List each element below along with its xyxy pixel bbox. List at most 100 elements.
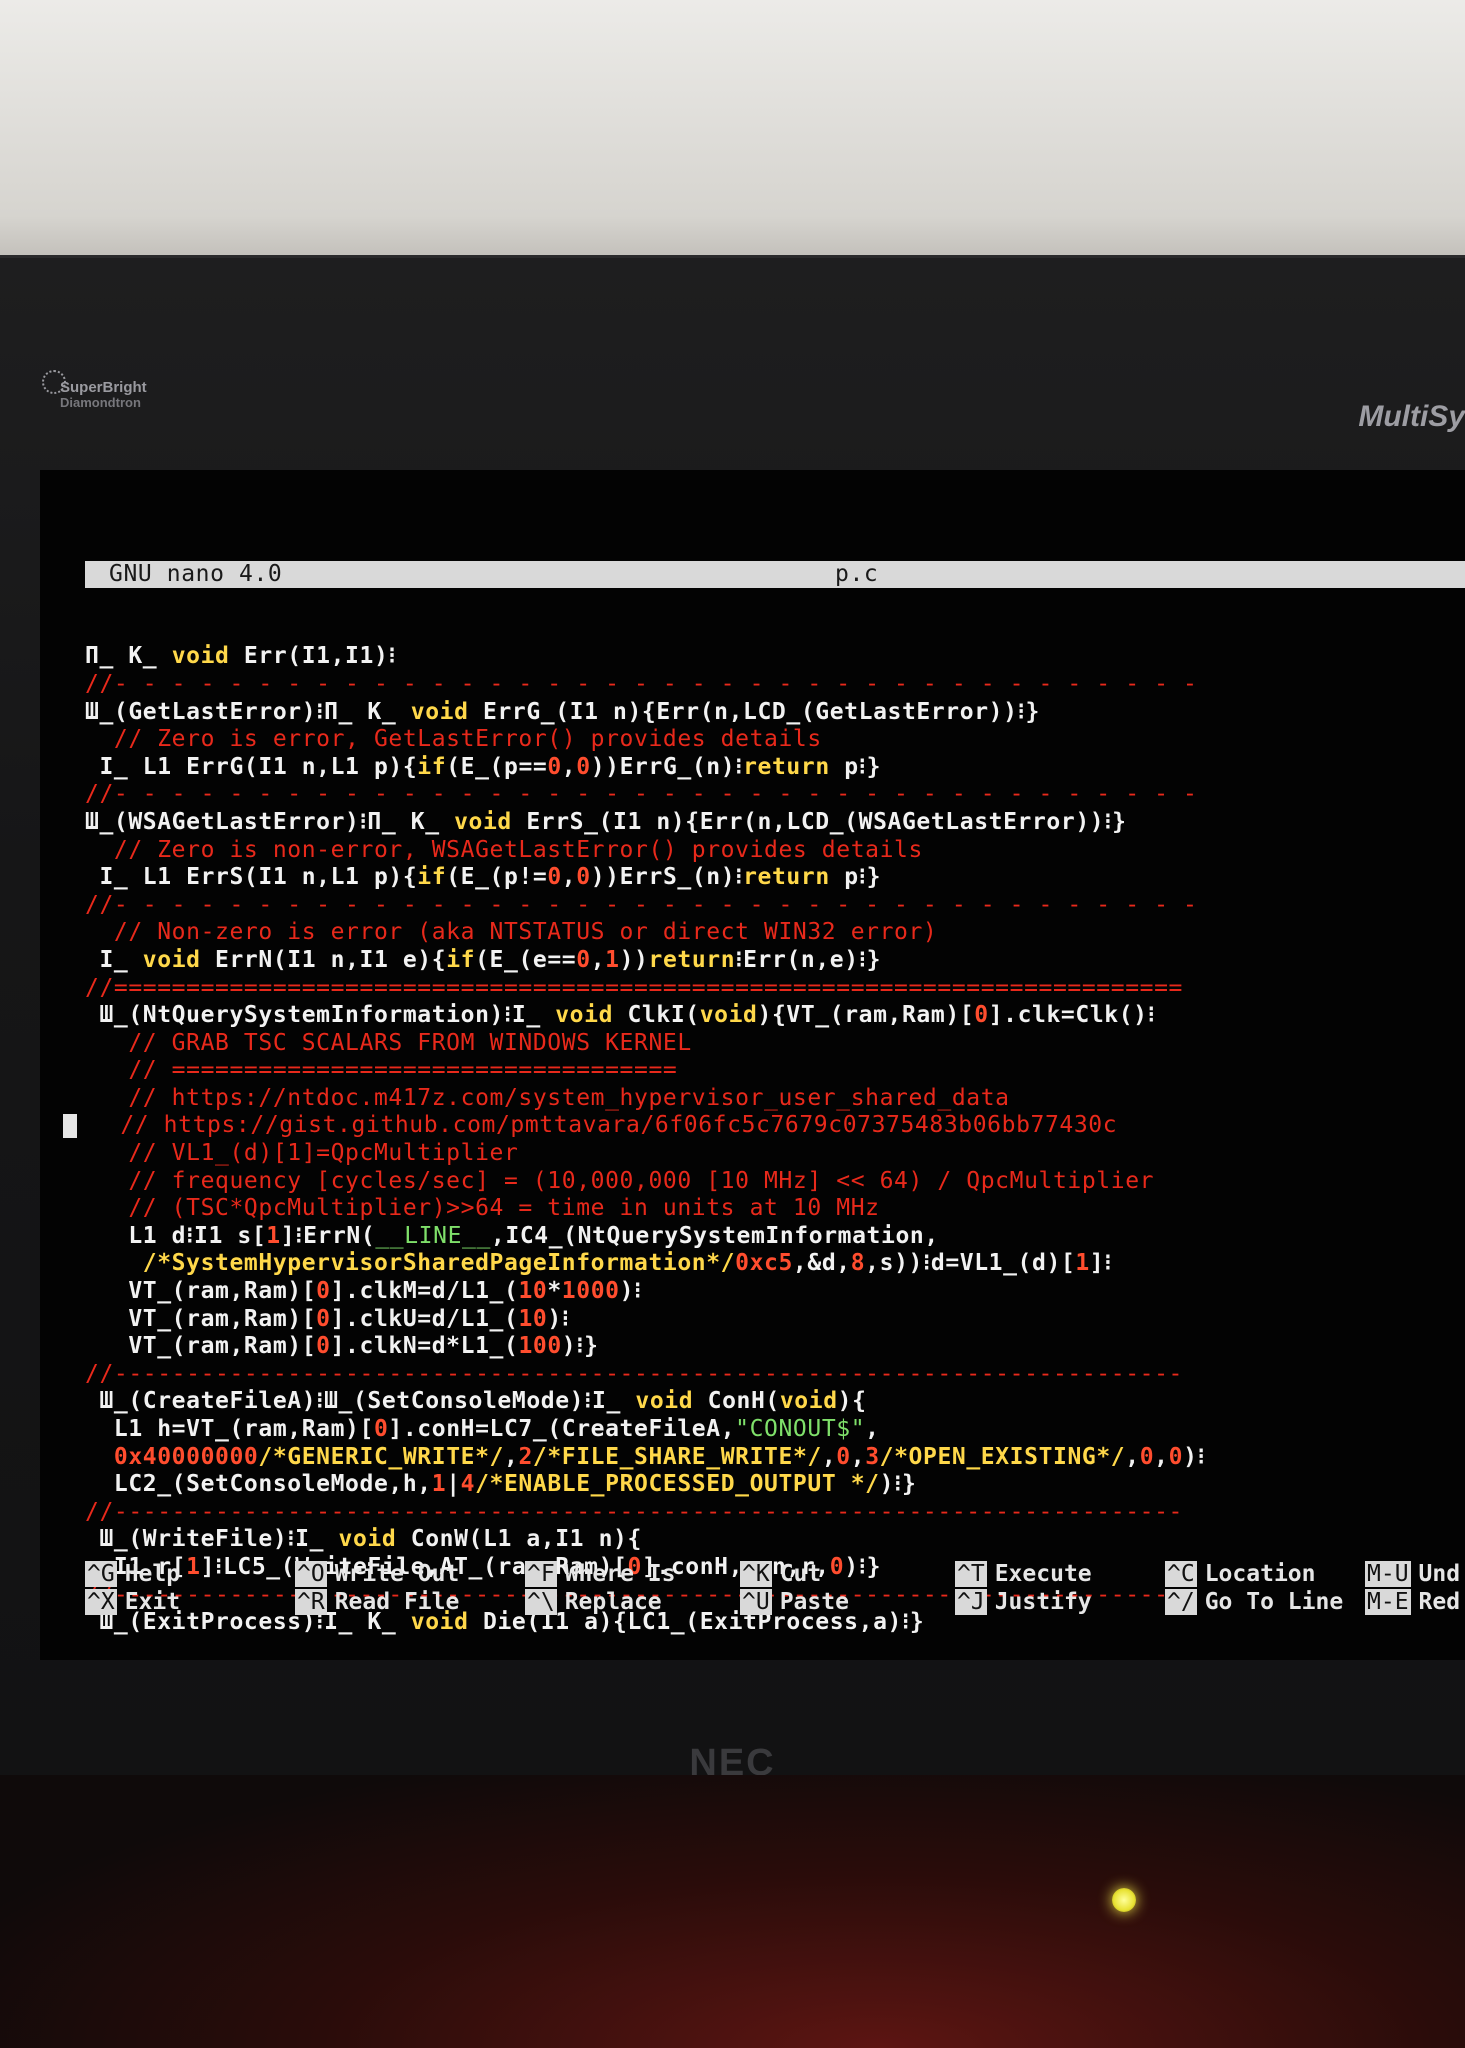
code-token: return [743, 753, 830, 780]
code-token: VT_(ram,Ram)[ [85, 1333, 317, 1360]
nano-title-bar: GNU nano 4.0 p.c [85, 561, 1465, 589]
shortcut-item[interactable]: ^/ Go To Line [1165, 1588, 1343, 1616]
code-line[interactable]: Ш_(CreateFileA)⁝Ш_(SetConsoleMode)⁝I_ vo… [85, 1388, 1465, 1416]
code-line[interactable]: // =================================== [85, 1057, 1465, 1085]
code-token: ].clk=Clk()⁝ [988, 1002, 1156, 1029]
code-token: 3 [865, 1443, 880, 1470]
shortcut-label: Cut [779, 1561, 822, 1587]
code-line[interactable]: VT_(ram,Ram)[0].clkU=d/L1_(10)⁝ [85, 1306, 1465, 1334]
shortcut-item[interactable]: M-E Red [1365, 1588, 1460, 1616]
code-line[interactable]: //--------------------------------------… [85, 1499, 1465, 1527]
code-token: p⁝} [829, 864, 882, 891]
code-area[interactable]: Π_ K_ void Err(I1,I1)⁝//- - - - - - - - … [63, 643, 1465, 1636]
shortcut-item[interactable]: ^R Read File [295, 1588, 459, 1616]
code-token: | [446, 1471, 461, 1498]
shortcut-item[interactable]: ^J Justify [955, 1588, 1092, 1616]
code-token: /*GENERIC_WRITE*/ [258, 1443, 504, 1470]
code-token: )⁝} [879, 1471, 917, 1498]
shortcut-key: ^G [85, 1561, 117, 1587]
code-line[interactable]: //- - - - - - - - - - - - - - - - - - - … [85, 671, 1465, 699]
code-line[interactable]: // (TSC*QpcMultiplier)>>64 = time in uni… [85, 1195, 1465, 1223]
code-token: )⁝ [1183, 1443, 1206, 1470]
code-token: VT_(ram,Ram)[ [85, 1278, 317, 1305]
shortcut-item[interactable]: ^O Write Out [295, 1560, 459, 1588]
code-line[interactable]: // VL1_(d)[1]=QpcMultiplier [85, 1140, 1465, 1168]
code-token: // (TSC*QpcMultiplier)>>64 = time in uni… [85, 1195, 880, 1222]
code-line[interactable]: VT_(ram,Ram)[0].clkM=d/L1_(10*1000)⁝ [85, 1278, 1465, 1306]
code-token: void [779, 1388, 838, 1415]
code-token: Ш_(WSAGetLastError)⁝Π_ K_ [85, 808, 455, 835]
code-line[interactable]: // frequency [cycles/sec] = (10,000,000 … [85, 1168, 1465, 1196]
code-token: //- - - - - - - - - - - - - - - - - - - … [85, 670, 1198, 697]
shortcut-item[interactable]: ^C Location [1165, 1560, 1343, 1588]
shortcut-key: ^R [295, 1589, 327, 1615]
code-line[interactable]: I_ void ErrN(I1 n,I1 e){if(E_(e==0,1))re… [85, 947, 1465, 975]
code-line[interactable]: /*SystemHypervisorSharedPageInformation*… [85, 1250, 1465, 1278]
shortcut-label: Justify [994, 1589, 1092, 1615]
code-token: ].clkM=d/L1_( [330, 1278, 519, 1305]
code-token: //- - - - - - - - - - - - - - - - - - - … [85, 891, 1198, 918]
code-line[interactable]: // Zero is non-error, WSAGetLastError() … [85, 837, 1465, 865]
shortcut-item[interactable]: ^G Help [85, 1560, 180, 1588]
code-token: 0 [373, 1416, 389, 1442]
code-line[interactable]: //- - - - - - - - - - - - - - - - - - - … [85, 892, 1465, 920]
code-token: (E_(p!= [446, 864, 548, 891]
code-line[interactable]: LC2_(SetConsoleMode,h,1|4/*ENABLE_PROCES… [85, 1471, 1465, 1499]
code-line[interactable]: Π_ K_ void Err(I1,I1)⁝ [85, 643, 1465, 671]
shortcut-bar: ^G Help ^X Exit ^O Write Out ^R Read File ^F Wher… [85, 1560, 1465, 1620]
code-line[interactable]: I_ L1 ErrS(I1 n,L1 p){if(E_(p!=0,0))ErrS… [85, 864, 1465, 892]
code-token: 0 [547, 864, 562, 891]
shortcut-item[interactable]: ^X Exit [85, 1588, 180, 1616]
code-line[interactable]: Ш_(WriteFile)⁝I_ void ConW(L1 a,I1 n){ [85, 1526, 1465, 1554]
code-token: return [743, 864, 830, 891]
shortcut-key: ^F [525, 1561, 557, 1587]
shortcut-group: ^T Execute ^J Justify [955, 1560, 1092, 1616]
shortcut-label: Go To Line [1204, 1589, 1344, 1615]
shortcut-item[interactable]: ^K Cut [740, 1560, 849, 1588]
code-line[interactable]: // https://ntdoc.m417z.com/system_hyperv… [85, 1085, 1465, 1113]
code-line[interactable]: 0x40000000/*GENERIC_WRITE*/,2/*FILE_SHAR… [85, 1444, 1465, 1472]
shortcut-item[interactable]: ^U Paste [740, 1588, 849, 1616]
terminal-screen[interactable]: GNU nano 4.0 p.c Π_ K_ void Err(I1,I1)⁝/… [40, 470, 1465, 1660]
code-line[interactable]: Ш_(WSAGetLastError)⁝Π_ K_ void ErrS_(I1 … [85, 809, 1465, 837]
shortcut-key: ^J [955, 1589, 987, 1615]
shortcut-item[interactable]: ^F Where Is [525, 1560, 675, 1588]
code-token: ].clkU=d/L1_( [330, 1305, 519, 1332]
code-token: // https://ntdoc.m417z.com/system_hyperv… [85, 1084, 1010, 1111]
shortcut-group: ^C Location ^/ Go To Line [1165, 1560, 1343, 1616]
code-line[interactable]: //--------------------------------------… [85, 1361, 1465, 1389]
shortcut-item[interactable]: ^\ Replace [525, 1588, 675, 1616]
shortcut-item[interactable]: ^T Execute [955, 1560, 1092, 1588]
code-line[interactable]: L1 h=VT_(ram,Ram)[0].conH=LC7_(CreateFil… [85, 1416, 1465, 1444]
code-line[interactable]: Ш_(NtQuerySystemInformation)⁝I_ void Clk… [85, 1002, 1465, 1030]
code-line[interactable]: // GRAB TSC SCALARS FROM WINDOWS KERNEL [85, 1030, 1465, 1058]
code-token: , [561, 753, 577, 780]
shortcut-item[interactable]: M-U Und [1365, 1560, 1460, 1588]
code-line[interactable]: // https://gist.github.com/pmttavara/6f0… [63, 1112, 1465, 1140]
code-token: 0 [1168, 1443, 1184, 1470]
shortcut-key: ^/ [1165, 1589, 1197, 1615]
code-token: 0 [547, 753, 562, 780]
nano-version: GNU nano 4.0 [109, 561, 283, 588]
code-line[interactable]: L1 d⁝I1 s[1]⁝ErrN(__LINE__,IC4_(NtQueryS… [85, 1223, 1465, 1251]
code-line[interactable]: VT_(ram,Ram)[0].clkN=d*L1_(100)⁝} [85, 1333, 1465, 1361]
shortcut-label: Replace [564, 1589, 662, 1615]
code-token: L1 d⁝I1 s[ [85, 1222, 267, 1249]
nano-editor[interactable]: GNU nano 4.0 p.c Π_ K_ void Err(I1,I1)⁝/… [63, 506, 1465, 1692]
code-token: )⁝ [547, 1305, 570, 1332]
code-token: ,s))⁝d=VL1_(d)[ [865, 1250, 1076, 1277]
code-token: 0 [316, 1305, 331, 1332]
code-line[interactable]: //- - - - - - - - - - - - - - - - - - - … [85, 781, 1465, 809]
code-token: ErrN(I1 n,I1 e){ [200, 946, 447, 973]
code-line[interactable]: // Zero is error, GetLastError() provide… [85, 726, 1465, 754]
code-token: 1000 [561, 1278, 620, 1305]
code-line[interactable]: // Non-zero is error (aka NTSTATUS or di… [85, 919, 1465, 947]
sun-icon [42, 370, 66, 394]
code-line[interactable]: //======================================… [85, 975, 1465, 1003]
code-token: 1 [1075, 1250, 1090, 1277]
code-token: 0x40000000 [85, 1443, 259, 1470]
shortcut-label: Help [124, 1561, 181, 1587]
code-line[interactable]: I_ L1 ErrG(I1 n,L1 p){if(E_(p==0,0))ErrG… [85, 754, 1465, 782]
code-line[interactable]: Ш_(GetLastError)⁝Π_ K_ void ErrG_(I1 n){… [85, 699, 1465, 727]
code-token: , [1154, 1443, 1169, 1470]
